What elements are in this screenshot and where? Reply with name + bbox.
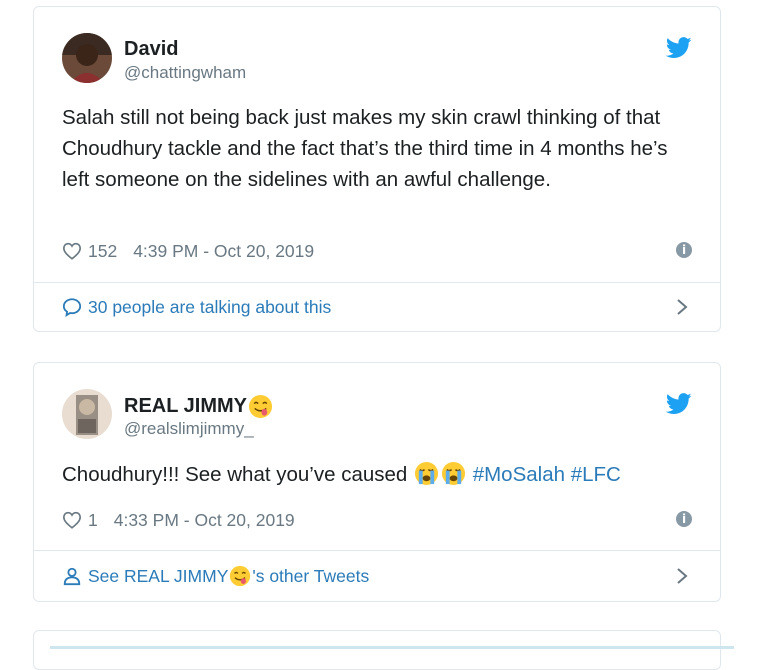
tweet-header: REAL JIMMY @realslimjimmy_ (62, 389, 692, 441)
tweet-meta: 152 4:39 PM - Oct 20, 2019 i (62, 239, 692, 263)
tweet-text: Salah still not being back just makes my… (62, 106, 668, 191)
author-handle[interactable]: @realslimjimmy_ (124, 419, 254, 439)
divider (34, 282, 720, 283)
loudly-crying-face-emoji (414, 461, 439, 486)
footer-text-prefix[interactable]: See REAL JIMMY (88, 566, 228, 587)
tweet-card: REAL JIMMY @realslimjimmy_ Choudhury!!! … (33, 362, 721, 602)
avatar[interactable] (62, 389, 112, 439)
avatar[interactable] (62, 33, 112, 83)
timestamp[interactable]: 4:39 PM - Oct 20, 2019 (133, 241, 314, 262)
other-tweets-link[interactable]: See REAL JIMMY 's other Tweets (62, 562, 692, 590)
loudly-crying-face-emoji (441, 461, 466, 486)
like-count[interactable]: 152 (88, 241, 117, 262)
author-name-text[interactable]: REAL JIMMY (124, 395, 247, 418)
heart-icon[interactable] (62, 242, 82, 260)
info-icon[interactable]: i (676, 511, 692, 527)
footer-text-suffix[interactable]: 's other Tweets (252, 566, 369, 587)
person-icon (63, 567, 81, 586)
tweet-header: David @chattingwham (62, 33, 692, 85)
author-name[interactable]: REAL JIMMY (124, 394, 274, 419)
divider (34, 550, 720, 551)
savoring-food-face-emoji (248, 394, 273, 419)
hashtag-link[interactable]: #LFC (571, 463, 621, 486)
timestamp[interactable]: 4:33 PM - Oct 20, 2019 (114, 510, 295, 531)
like-count[interactable]: 1 (88, 510, 98, 531)
tweet-meta: 1 4:33 PM - Oct 20, 2019 i (62, 508, 692, 532)
author-name[interactable]: David (124, 38, 178, 61)
heart-icon[interactable] (62, 511, 82, 529)
info-icon[interactable]: i (676, 242, 692, 258)
speech-bubble-icon (62, 298, 82, 317)
chevron-right-icon[interactable] (676, 567, 688, 585)
tweet-text-plain: Choudhury!!! See what you’ve caused (62, 463, 408, 486)
twitter-bird-icon[interactable] (666, 393, 692, 415)
hashtag-link[interactable]: #MoSalah (473, 463, 565, 486)
savoring-food-face-emoji (230, 565, 251, 587)
tweet-card: David @chattingwham Salah still not bein… (33, 6, 721, 332)
twitter-bird-icon[interactable] (666, 37, 692, 59)
footer-text[interactable]: 30 people are talking about this (88, 297, 331, 318)
tweet-text: Choudhury!!! See what you’ve caused #MoS… (62, 459, 680, 490)
author-handle[interactable]: @chattingwham (124, 63, 246, 83)
talking-about-link[interactable]: 30 people are talking about this (62, 293, 692, 321)
chevron-right-icon[interactable] (676, 298, 688, 316)
tweet-card-partial (33, 630, 721, 670)
